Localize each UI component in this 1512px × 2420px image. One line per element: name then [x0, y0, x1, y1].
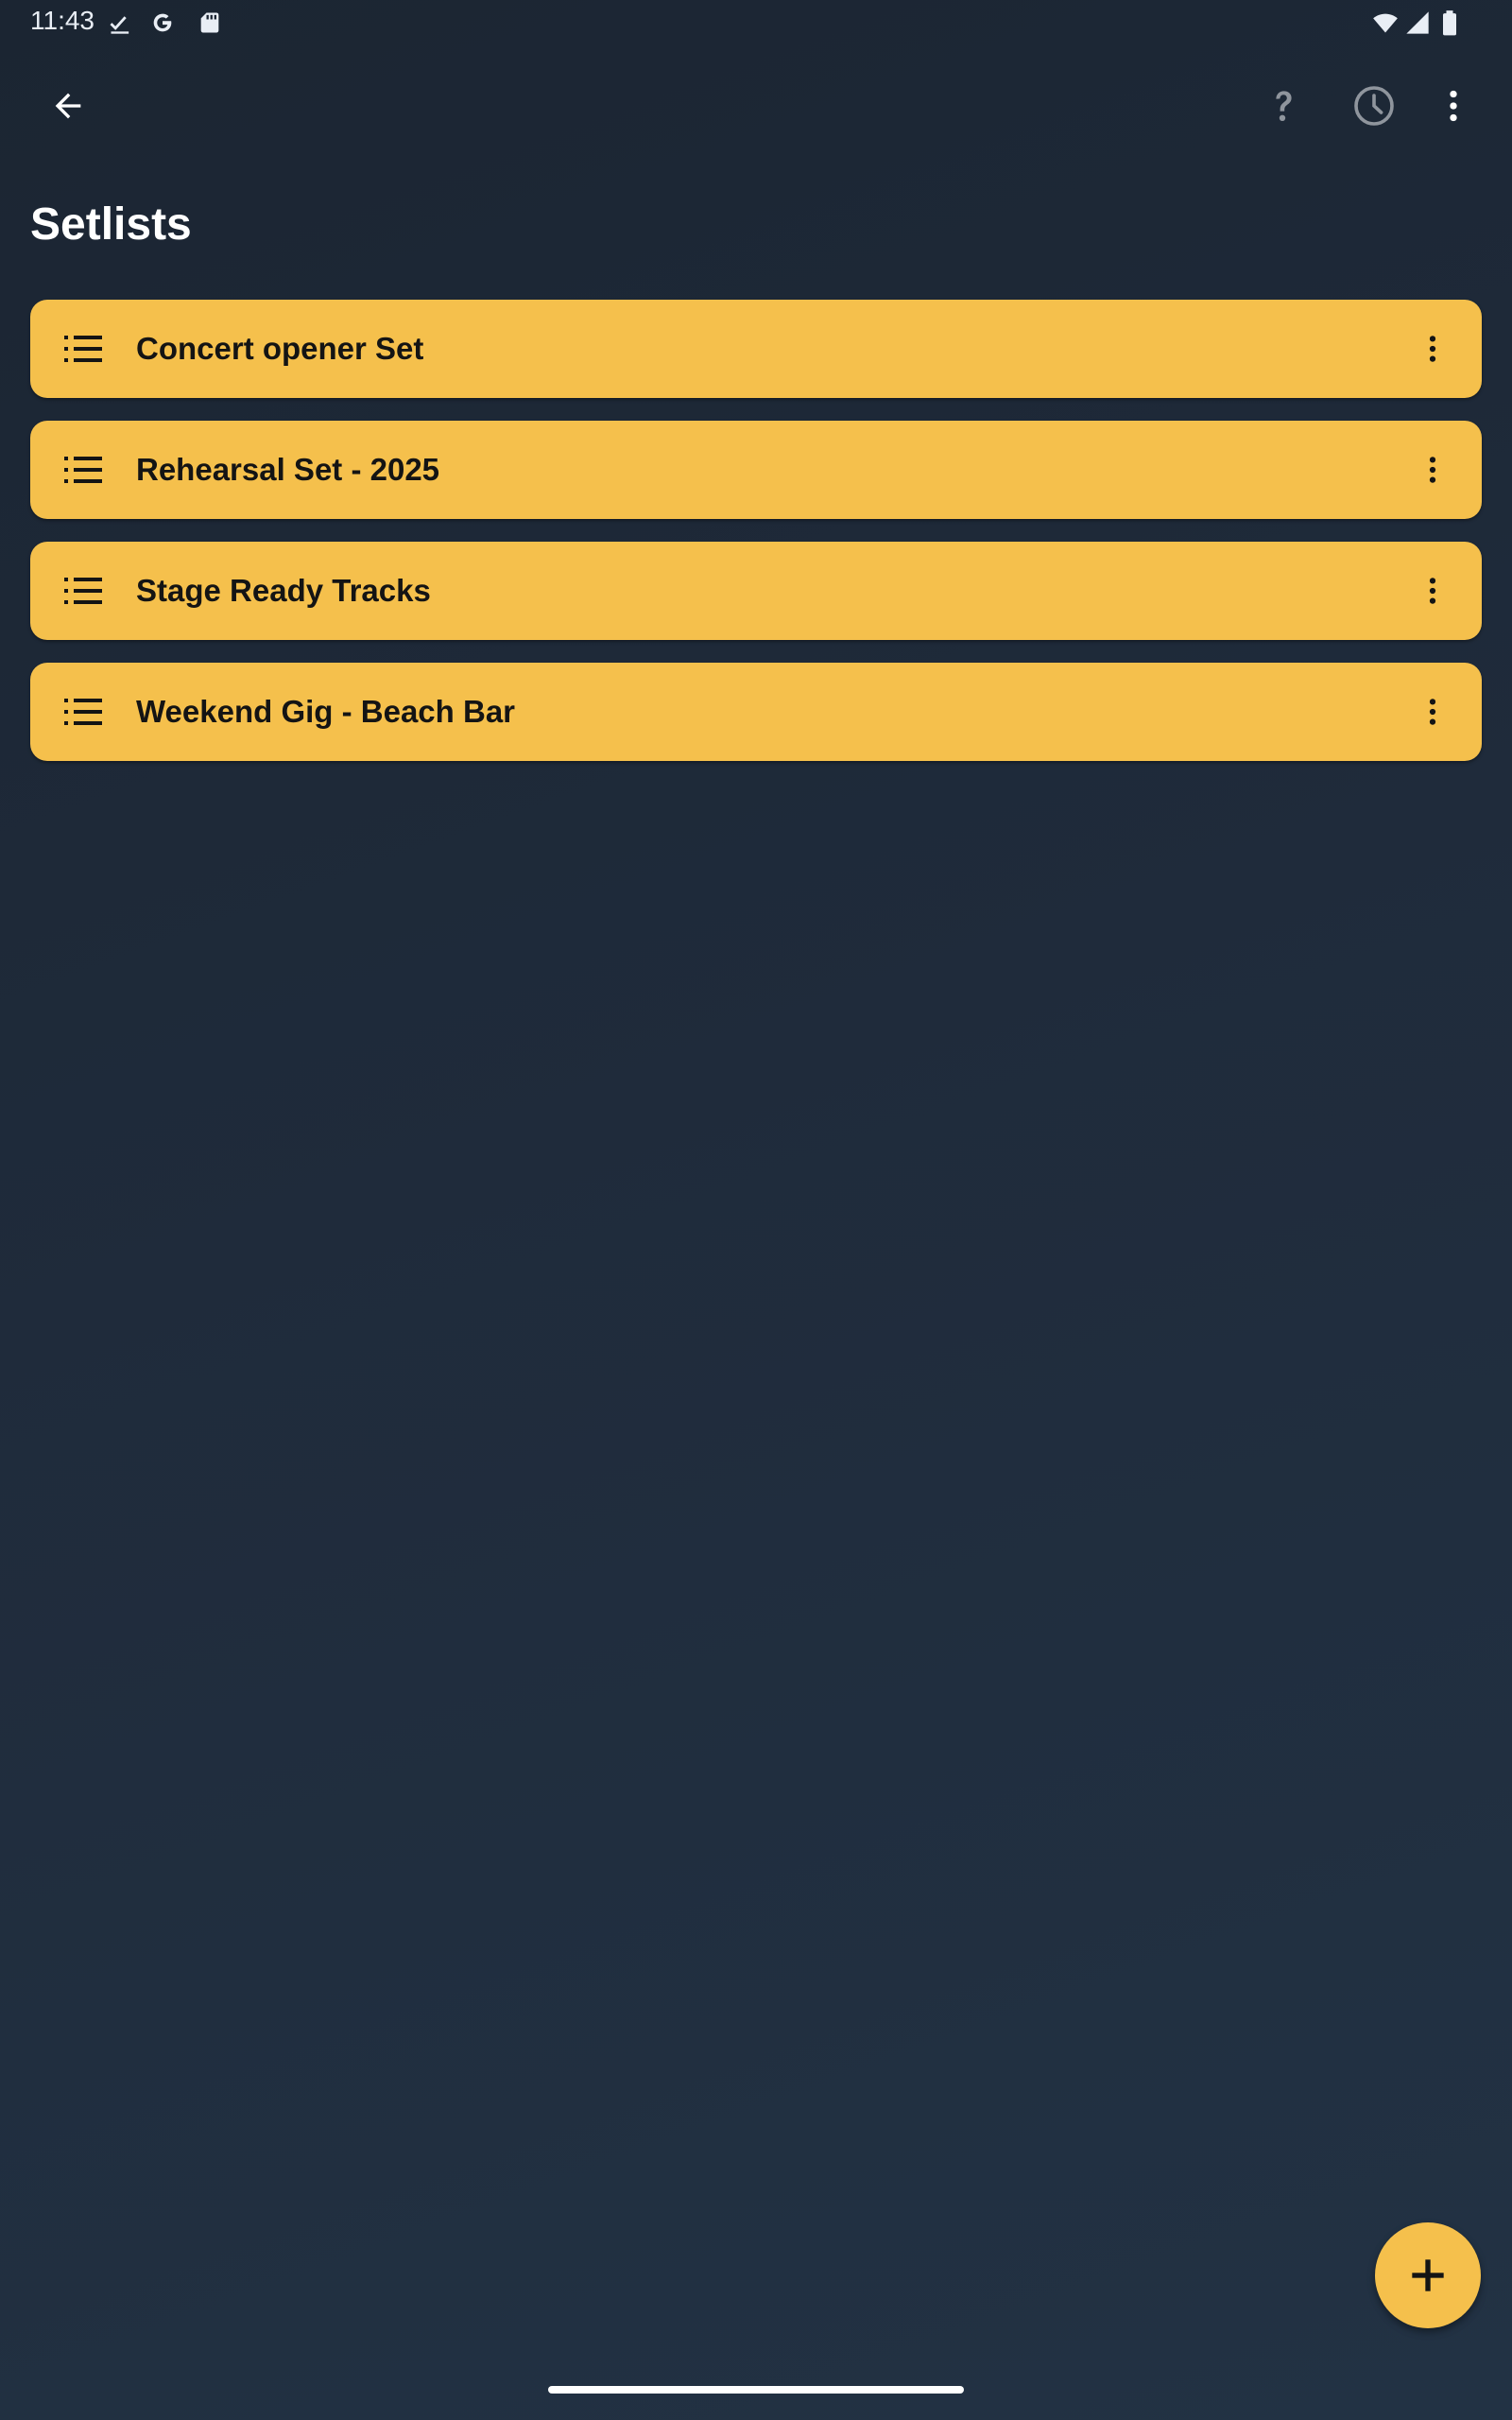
setlist-item[interactable]: Weekend Gig - Beach Bar	[30, 663, 1482, 761]
list-icon	[64, 576, 102, 606]
more-vert-icon	[1429, 578, 1436, 604]
history-button[interactable]	[1336, 68, 1412, 144]
more-vert-icon	[1450, 90, 1457, 122]
wifi-icon	[1372, 9, 1399, 36]
status-bar: 11:43	[0, 0, 1512, 45]
history-clock-icon	[1354, 86, 1394, 126]
help-button[interactable]	[1246, 68, 1321, 144]
add-icon	[1412, 2259, 1444, 2291]
list-icon	[64, 697, 102, 727]
overflow-menu-button[interactable]	[1416, 68, 1491, 144]
setlist-item-label: Concert opener Set	[136, 331, 424, 366]
help-icon	[1276, 91, 1292, 121]
setlist-item[interactable]: Concert opener Set	[30, 300, 1482, 398]
setlist-item-label: Stage Ready Tracks	[136, 573, 431, 608]
page-title: Setlists	[30, 199, 192, 250]
google-icon	[149, 9, 176, 36]
check-download-icon	[108, 9, 134, 36]
setlist-item-more-button[interactable]	[1404, 320, 1461, 377]
setlist-item-more-button[interactable]	[1404, 562, 1461, 619]
setlist-item-more-button[interactable]	[1404, 683, 1461, 740]
add-setlist-button[interactable]	[1375, 2222, 1481, 2328]
back-button[interactable]	[30, 68, 106, 144]
more-vert-icon	[1429, 699, 1436, 725]
signal-icon	[1404, 9, 1431, 36]
top-app-bar	[0, 60, 1512, 151]
sd-card-icon	[197, 9, 223, 36]
setlist-item-label: Rehearsal Set - 2025	[136, 452, 440, 487]
list-icon	[64, 334, 102, 364]
setlist-item-more-button[interactable]	[1404, 441, 1461, 498]
setlist-list: Concert opener Set Rehearsal Set - 2025	[30, 300, 1482, 784]
more-vert-icon	[1429, 457, 1436, 483]
status-time: 11:43	[30, 6, 94, 35]
more-vert-icon	[1429, 336, 1436, 362]
list-icon	[64, 455, 102, 485]
arrow-back-icon	[55, 93, 81, 119]
setlist-item[interactable]: Stage Ready Tracks	[30, 542, 1482, 640]
setlist-item[interactable]: Rehearsal Set - 2025	[30, 421, 1482, 519]
battery-icon	[1436, 9, 1463, 36]
setlist-item-label: Weekend Gig - Beach Bar	[136, 694, 516, 729]
gesture-nav-handle[interactable]	[548, 2386, 964, 2394]
